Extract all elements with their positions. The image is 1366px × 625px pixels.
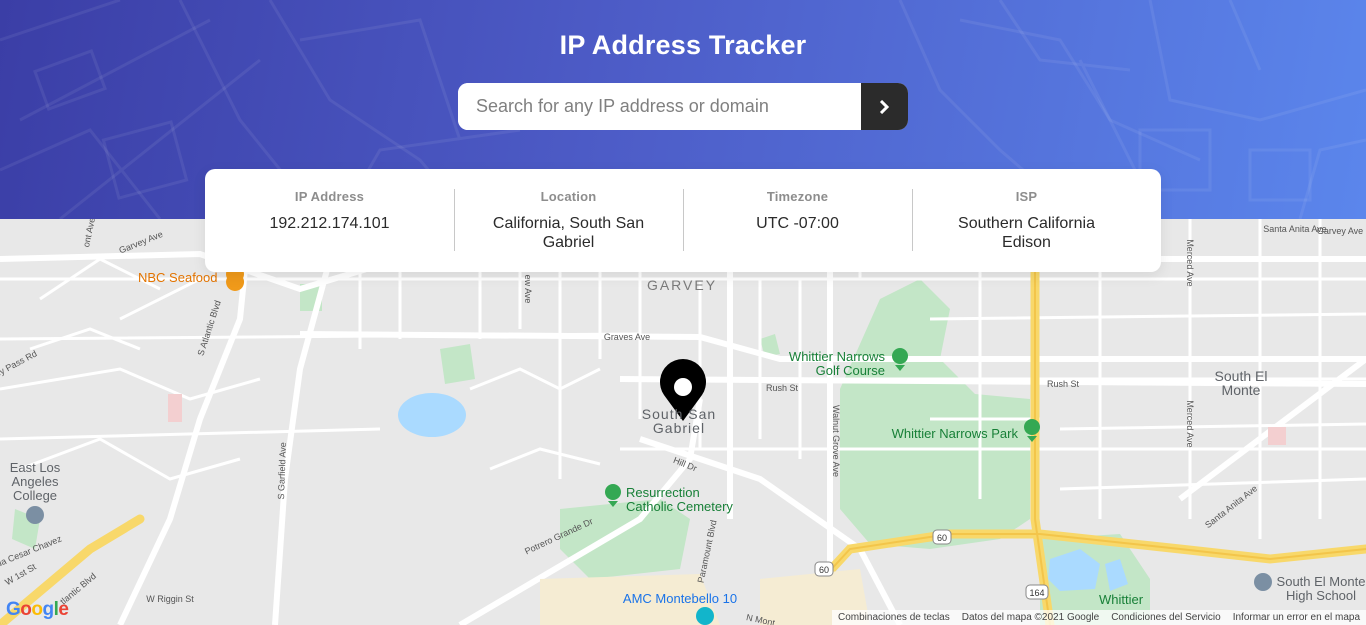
street-label: Merced Ave xyxy=(1185,400,1195,447)
page-title: IP Address Tracker xyxy=(559,30,807,60)
street-label: Graves Ave xyxy=(604,332,650,342)
south-san-gabriel-label: Gabriel xyxy=(653,420,705,436)
elac-label: College xyxy=(13,488,57,503)
timezone-value: UTC -07:00 xyxy=(756,215,839,232)
street-label: Rush St xyxy=(766,383,799,393)
map-view[interactable]: 60 60 164 GARVEY South San Gabriel South… xyxy=(0,219,1366,625)
school-marker-icon[interactable] xyxy=(26,506,44,524)
timezone-section: Timezone UTC -07:00 xyxy=(683,169,912,272)
street-label: Santa Anita Ave xyxy=(1263,224,1326,234)
isp-label: ISP xyxy=(1015,189,1038,204)
svg-text:60: 60 xyxy=(937,533,947,543)
search-input[interactable] xyxy=(458,83,861,130)
cemetery-label: Resurrection xyxy=(626,485,700,500)
isp-section: ISP Southern California Edison xyxy=(912,169,1141,272)
elac-label: East Los xyxy=(10,460,61,475)
high-school-label: South El Monte xyxy=(1277,574,1366,589)
route-shield-60: 60 xyxy=(814,561,834,577)
cinema-marker-icon[interactable] xyxy=(696,607,714,625)
ip-address-section: IP Address 192.212.174.101 xyxy=(205,169,454,272)
high-school-label: High School xyxy=(1286,588,1356,603)
cemetery-label: Catholic Cemetery xyxy=(626,499,733,514)
south-el-monte-label: Monte xyxy=(1222,382,1261,398)
map-attribution: Combinaciones de teclas Datos del mapa ©… xyxy=(832,610,1366,625)
search-submit-button[interactable] xyxy=(861,83,908,130)
location-value: California, South San Gabriel xyxy=(492,215,645,251)
location-section: Location California, South San Gabriel xyxy=(454,169,683,272)
route-shield-60: 60 xyxy=(932,529,952,545)
route-shield-164: 164 xyxy=(1025,584,1049,600)
keyboard-shortcuts-link[interactable]: Combinaciones de teclas xyxy=(838,612,950,623)
street-label: Rush St xyxy=(1047,379,1080,389)
amc-label: AMC Montebello 10 xyxy=(623,591,737,606)
chevron-right-icon xyxy=(879,99,890,114)
street-label: S Garfield Ave xyxy=(276,442,288,500)
elac-label: Angeles xyxy=(12,474,59,489)
ip-info-panel: IP Address 192.212.174.101 Location Cali… xyxy=(205,169,1161,272)
isp-value: Southern California Edison xyxy=(958,215,1095,251)
google-logo[interactable]: Google xyxy=(6,599,69,621)
street-label: Walnut Grove Ave xyxy=(831,405,841,477)
map-data-credit: Datos del mapa ©2021 Google xyxy=(961,612,1100,623)
street-label: W Riggin St xyxy=(146,594,194,604)
location-label: Location xyxy=(540,189,597,204)
school-marker-icon[interactable] xyxy=(1254,573,1272,591)
street-label: ew Ave xyxy=(523,275,533,304)
search-bar xyxy=(458,83,908,130)
whittier-label: Whittier xyxy=(1099,592,1144,607)
report-error-link[interactable]: Informar un error en el mapa xyxy=(1233,612,1360,623)
svg-text:60: 60 xyxy=(819,565,829,575)
ip-address-value: 192.212.174.101 xyxy=(269,215,390,232)
timezone-label: Timezone xyxy=(766,189,829,204)
golf-course-label: Whittier Narrows xyxy=(789,349,886,364)
svg-text:164: 164 xyxy=(1029,588,1044,598)
park-label: Whittier Narrows Park xyxy=(892,426,1019,441)
terms-link[interactable]: Condiciones del Servicio xyxy=(1111,612,1221,623)
garvey-label: GARVEY xyxy=(647,277,717,293)
lake xyxy=(398,393,466,437)
nbc-seafood-label: NBC Seafood xyxy=(138,270,218,285)
ip-address-label: IP Address xyxy=(294,189,365,204)
map-canvas[interactable]: 60 60 164 GARVEY South San Gabriel South… xyxy=(0,219,1366,625)
golf-course-label: Golf Course xyxy=(816,363,885,378)
street-label: Merced Ave xyxy=(1185,239,1195,286)
